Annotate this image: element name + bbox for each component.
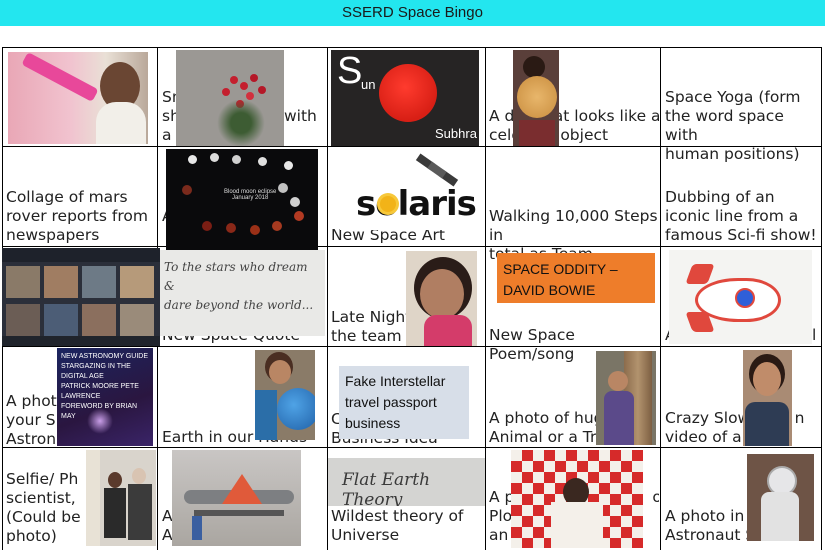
cell-text: with xyxy=(284,107,317,125)
flat-earth-text: Flat Earth Theory xyxy=(342,470,431,506)
checkered-room-photo xyxy=(511,450,643,548)
grid-line xyxy=(485,47,486,550)
grid-line xyxy=(660,47,661,550)
cell-text: Wildest theory of Universe xyxy=(331,507,464,544)
telescope-photo xyxy=(8,52,148,144)
handwritten-quote-text: To the stars who dream & dare beyond the… xyxy=(164,260,314,312)
passport-idea-box: Fake Interstellar travel passport busine… xyxy=(339,366,469,439)
grid-line xyxy=(2,246,822,247)
astronomy-book-photo: NEW ASTRONOMY GUIDE STARGAZING IN THE DI… xyxy=(57,348,153,446)
grid-line xyxy=(2,346,822,347)
cell-text: Selfie/ Ph scientist, (Could be photo) xyxy=(6,470,81,545)
rocket-drawing xyxy=(669,250,812,344)
sun-art: S un Subhra xyxy=(331,50,479,146)
handwritten-quote: To the stars who dream & dare beyond the… xyxy=(160,250,325,336)
solaris-logo: solaris xyxy=(356,184,477,224)
solaris-art: solaris xyxy=(340,150,478,230)
sun-letter: S xyxy=(337,50,363,92)
flat-earth-handwriting: Flat Earth Theory xyxy=(328,458,485,506)
video-call-collage xyxy=(2,248,160,346)
cell-text: Space Yoga (form the word space with hum… xyxy=(665,88,801,163)
earth-globe-photo xyxy=(255,350,315,440)
song-badge: SPACE ODDITY – DAVID BOWIE xyxy=(497,253,655,303)
blood-moon-photo: Blood moon eclipse January 2018 xyxy=(166,149,318,250)
page-title: SSERD Space Bingo xyxy=(0,0,825,26)
song-badge-text: SPACE ODDITY – DAVID BOWIE xyxy=(503,261,618,298)
scientist-selfie-photo xyxy=(86,450,156,546)
flowers-photo xyxy=(176,50,284,146)
artist-name: Subhra xyxy=(435,126,477,141)
grid-line xyxy=(821,47,822,550)
cell-text: Collage of mars rover reports from newsp… xyxy=(6,188,148,244)
aircraft-photo xyxy=(172,450,301,546)
astronaut-suit-photo xyxy=(747,454,814,541)
tree-hug-photo xyxy=(596,351,656,445)
laughing-photo xyxy=(406,251,477,346)
sun-suffix: un xyxy=(361,77,376,92)
cell-text: Dubbing of an iconic line from a famous … xyxy=(665,188,817,244)
cell-text: l xyxy=(812,326,817,344)
cookie-photo xyxy=(513,50,559,146)
slow-motion-photo xyxy=(743,350,792,446)
passport-idea-text: Fake Interstellar travel passport busine… xyxy=(345,373,446,431)
eclipse-caption: Blood moon eclipse January 2018 xyxy=(224,189,277,201)
